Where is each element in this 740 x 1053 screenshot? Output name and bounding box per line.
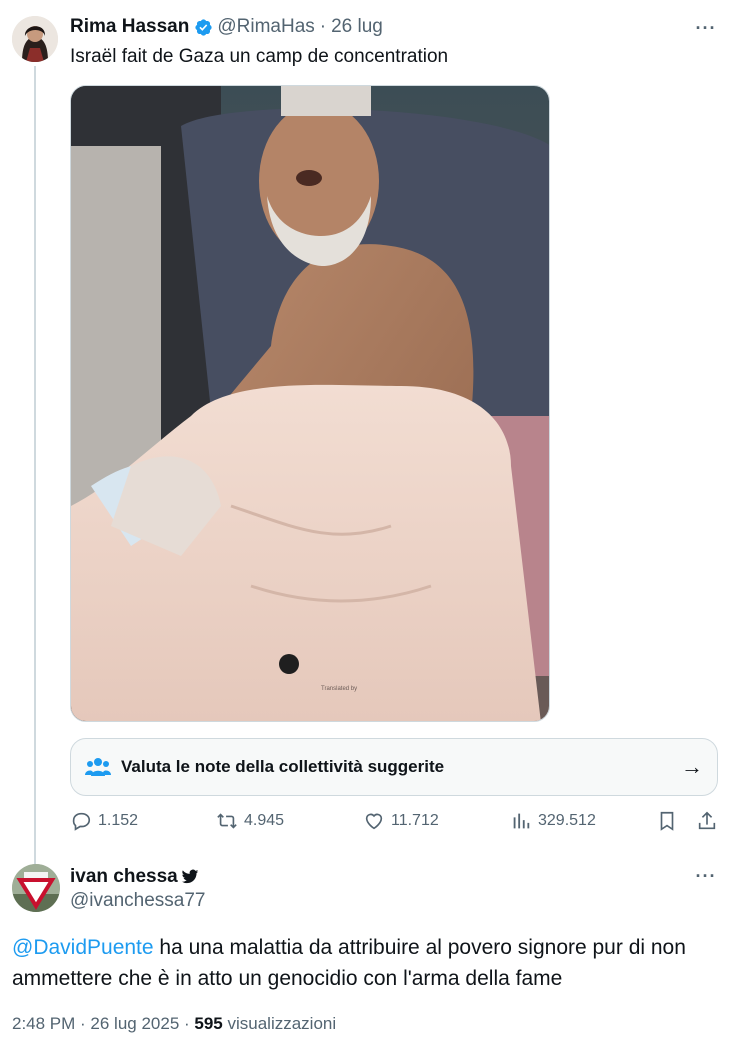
tweet1-header: Rima Hassan @RimaHas · 26 lug [70, 16, 383, 38]
tweet2-header: ivan chessa [70, 866, 199, 888]
like-count: 11.712 [391, 812, 439, 829]
heart-icon [365, 813, 383, 830]
views-label: visualizzazioni [222, 1014, 337, 1033]
repost-count: 4.945 [244, 812, 285, 829]
author-name[interactable]: ivan chessa [70, 866, 178, 888]
more-options-icon[interactable]: ··· [694, 16, 718, 40]
avatar-rima-hassan[interactable] [12, 16, 58, 62]
tweet-meta: 2:48 PM · 26 lug 2025 · 595 visualizzazi… [12, 1014, 336, 1034]
verified-badge-icon [195, 18, 212, 36]
reply-button[interactable]: 1.152 [70, 810, 138, 832]
author-handle[interactable]: @RimaHas [217, 16, 314, 38]
author-handle[interactable]: @ivanchessa77 [70, 890, 205, 912]
community-notes-label: Valuta le note della collettività sugger… [121, 757, 445, 776]
repost-icon [217, 813, 237, 829]
author-name-row[interactable]: ivan chessa [70, 866, 199, 888]
bookmark-button[interactable] [656, 810, 684, 832]
avatar-ivan-chessa[interactable] [12, 864, 60, 912]
share-button[interactable] [696, 810, 724, 832]
reply-count: 1.152 [98, 812, 139, 829]
share-upload-icon [698, 811, 716, 830]
arrow-right-icon: → [681, 754, 703, 779]
community-notes-prompt[interactable]: Valuta le note della collettività sugger… [70, 738, 718, 796]
views-count: 329.512 [538, 812, 596, 829]
views-count: 595 [194, 1014, 223, 1033]
mention-link[interactable]: @DavidPuente [12, 936, 154, 959]
community-people-icon [85, 758, 111, 776]
tweet-timestamp[interactable]: 2:48 PM · 26 lug 2025 · [12, 1014, 194, 1033]
bookmark-icon [660, 811, 674, 831]
media-watermark: Translated by [321, 686, 357, 692]
thread-connector-line [34, 66, 36, 866]
tweet-media-video[interactable]: Translated by [70, 85, 550, 722]
tweet-action-bar: 1.152 4.945 11.712 329.512 [70, 810, 720, 838]
separator-dot: · [319, 16, 327, 37]
tweet2-text: @DavidPuente ha una malattia da attribui… [12, 932, 727, 994]
tweet1-text: Israël fait de Gaza un camp de concentra… [70, 46, 449, 67]
more-options-icon[interactable]: ··· [694, 864, 718, 888]
media-illustration: Translated by [71, 86, 549, 721]
tweet-time[interactable]: 26 lug [331, 16, 383, 38]
views-button[interactable]: 329.512 [510, 810, 596, 832]
analytics-bar-icon [513, 813, 530, 829]
like-button[interactable]: 11.712 [363, 810, 439, 832]
author-name[interactable]: Rima Hassan [70, 16, 189, 38]
repost-button[interactable]: 4.945 [216, 810, 284, 832]
bird-icon [181, 869, 198, 884]
reply-icon [72, 812, 91, 831]
